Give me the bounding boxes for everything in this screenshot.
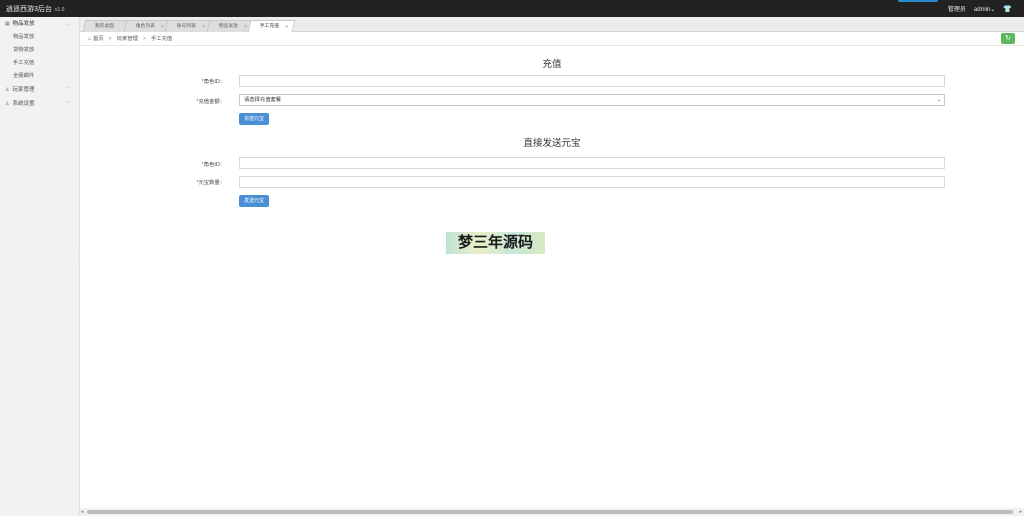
qty-input[interactable]	[239, 176, 945, 188]
breadcrumb-separator: >	[142, 36, 147, 42]
sidebar-group-settings[interactable]: ♙ 系统设置 ﹀	[0, 97, 79, 111]
role-id-label: *角色ID：	[80, 77, 225, 85]
recharge-submit-button[interactable]: 充值元宝	[239, 113, 270, 125]
user-role: 管理员	[947, 7, 966, 13]
tshirt-icon[interactable]: 👕	[1003, 5, 1012, 13]
label-text: 充值金额：	[198, 99, 226, 105]
breadcrumb: ⌂ 首页 > 玩家管理 > 手工充值	[88, 32, 172, 46]
label-text: 元宝数量：	[198, 180, 226, 186]
sidebar-group-label: 系统设置	[12, 101, 35, 107]
amount-selected-value: 请选择充值套餐	[244, 97, 282, 103]
amount-label: *充值金额：	[80, 97, 225, 105]
user-icon: ♙	[5, 87, 10, 93]
breadcrumb-home[interactable]: 首页	[93, 36, 104, 42]
label-text: 角色ID：	[203, 162, 225, 168]
tab-manual-recharge[interactable]: 手工充值 ✕	[247, 20, 296, 33]
scroll-right-icon[interactable]: ▸	[1019, 508, 1022, 516]
brand-version: v1.0	[54, 7, 65, 13]
close-icon[interactable]: ✕	[285, 21, 289, 33]
sidebar-group-item-dispatch[interactable]: ▦ 物品发放 ︿	[0, 17, 79, 31]
role-id-input[interactable]	[239, 75, 945, 87]
chevron-down-icon[interactable]: ⌄	[990, 7, 995, 13]
breadcrumb-level1[interactable]: 玩家管理	[117, 36, 138, 42]
breadcrumb-separator: >	[108, 36, 112, 42]
amount-select[interactable]: 请选择充值套餐 ⌄	[239, 94, 945, 106]
user-menu[interactable]: 管理员 admin⌄ 👕	[948, 4, 1012, 13]
breadcrumb-bar: ⌂ 首页 > 玩家管理 > 手工充值 ↻	[80, 32, 1024, 46]
grid-icon: ▦	[5, 21, 10, 27]
refresh-icon: ↻	[1005, 35, 1011, 42]
sidebar-group-players[interactable]: ♙ 玩家管理 ﹀	[0, 83, 79, 97]
tab-label: 手工充值	[259, 24, 279, 29]
label-text: 角色ID：	[203, 79, 225, 85]
sidebar-item-item-dispatch[interactable]: 物品发放	[0, 31, 79, 44]
sidebar-item-goods-dispatch[interactable]: 货物发放	[0, 44, 79, 57]
refresh-button[interactable]: ↻	[1001, 33, 1015, 44]
user-name[interactable]: admin	[974, 7, 990, 13]
brand-title: 逍遥西游3后台	[6, 6, 52, 13]
chevron-down-icon: ﹀	[65, 101, 71, 107]
direct-role-id-input[interactable]	[239, 157, 945, 169]
scrollbar-thumb[interactable]	[87, 510, 1013, 514]
chevron-down-icon: ⌄	[936, 97, 941, 103]
tab-bar: 我的桌面 角色列表 ✕ 账号列表 ✕ 物品发放 ✕ 手工充值 ✕	[80, 17, 1024, 32]
top-accent-bar	[898, 0, 938, 2]
brand[interactable]: 逍遥西游3后台 v1.0	[6, 4, 64, 14]
send-yuanbao-button[interactable]: 发送元宝	[239, 195, 270, 207]
home-icon: ⌂	[88, 36, 92, 42]
sidebar-item-manual-recharge[interactable]: 手工充值	[0, 57, 79, 70]
chevron-down-icon: ﹀	[65, 87, 71, 93]
horizontal-scrollbar[interactable]: ◂ ▸	[80, 508, 1024, 516]
direct-role-id-label: *角色ID：	[80, 160, 225, 168]
direct-send-title: 直接发送元宝	[523, 138, 581, 149]
sidebar: ▦ 物品发放 ︿ 物品发放 货物发放 手工充值 全服邮件 ♙ 玩家管理 ﹀ ♙ …	[0, 17, 80, 516]
main-content: 充值 *角色ID： *充值金额： 请选择充值套餐 ⌄ 充值元宝 直接发送元宝 *…	[80, 46, 1024, 508]
qty-label: *元宝数量：	[80, 178, 225, 186]
recharge-title: 充值	[542, 59, 562, 70]
user-settings-icon: ♙	[5, 101, 10, 107]
breadcrumb-level2: 手工充值	[151, 36, 173, 42]
sidebar-group-label: 玩家管理	[12, 87, 35, 93]
top-bar: 逍遥西游3后台 v1.0 管理员 admin⌄ 👕	[0, 0, 1024, 17]
sidebar-group-label: 物品发放	[12, 21, 35, 27]
chevron-up-icon: ︿	[65, 21, 71, 27]
sidebar-item-server-mail[interactable]: 全服邮件	[0, 70, 79, 83]
watermark-logo: 梦三年源码	[446, 232, 545, 254]
scroll-left-icon[interactable]: ◂	[81, 508, 84, 516]
